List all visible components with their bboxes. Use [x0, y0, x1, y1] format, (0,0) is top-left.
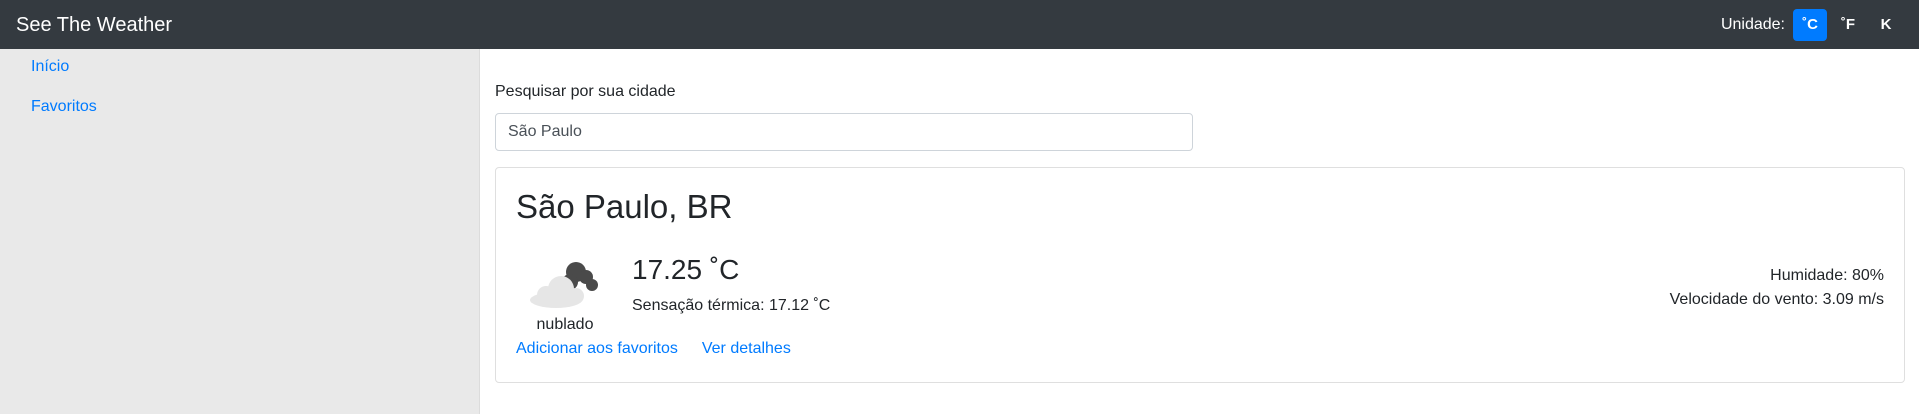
cloudy-icon [530, 262, 598, 308]
sidebar-item-favoritos[interactable]: Favoritos [31, 98, 97, 116]
add-favorite-link[interactable]: Adicionar aos favoritos [516, 340, 678, 358]
unit-label: Unidade: [1720, 15, 1785, 33]
humidity: Humidade: 80% [1770, 267, 1884, 284]
card-actions: Adicionar aos favoritos Ver detalhes [516, 340, 791, 358]
sidebar: Início Favoritos [0, 49, 480, 414]
search-input[interactable] [495, 113, 1193, 151]
unit-celsius-button[interactable]: ˚C [1793, 8, 1827, 41]
unit-fahrenheit-button[interactable]: ˚F [1831, 9, 1865, 41]
sidebar-item-inicio[interactable]: Início [31, 58, 69, 76]
feels-like: Sensação térmica: 17.12 ˚C [632, 297, 831, 314]
search-label: Pesquisar por sua cidade [495, 83, 676, 100]
weather-card: São Paulo, BR nublado 17.25 ˚C Sensação … [495, 167, 1905, 383]
main-content: Pesquisar por sua cidade São Paulo, BR n… [480, 49, 1919, 414]
top-navbar: See The Weather Unidade: ˚C ˚F K [0, 0, 1919, 49]
view-details-link[interactable]: Ver detalhes [702, 340, 791, 358]
unit-kelvin-button[interactable]: K [1869, 9, 1903, 41]
wind-speed: Velocidade do vento: 3.09 m/s [1669, 291, 1884, 308]
weather-details: Humidade: 80% Velocidade do vento: 3.09 … [1670, 264, 1884, 312]
temperature: 17.25 ˚C [632, 254, 740, 285]
weather-condition: nublado [536, 316, 594, 333]
unit-selector: Unidade: ˚C ˚F K [1720, 8, 1903, 41]
city-title: São Paulo, BR [516, 188, 733, 225]
app-brand[interactable]: See The Weather [16, 15, 172, 35]
